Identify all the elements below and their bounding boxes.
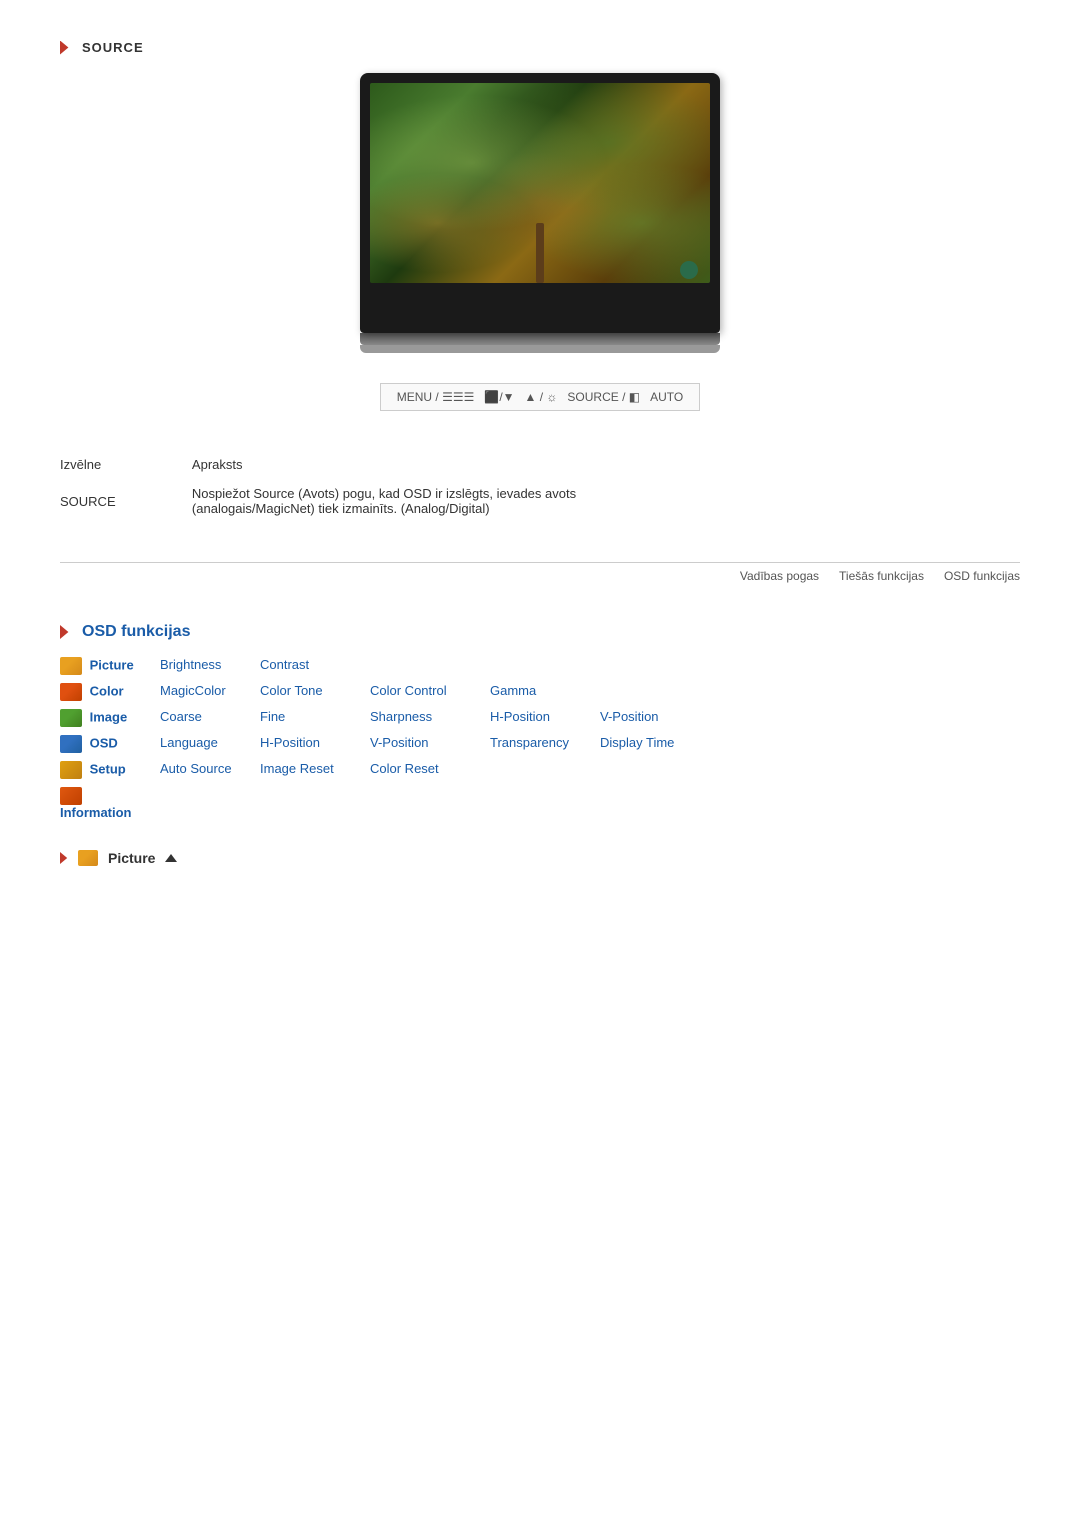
menu-button-label: MENU / ☰☰☰: [397, 390, 475, 404]
picture-footer-triangle-icon: [165, 854, 177, 862]
osd-h-position[interactable]: H-Position: [490, 709, 600, 727]
picture-footer-header: Picture: [60, 850, 1020, 866]
osd-label[interactable]: OSD: [90, 735, 118, 750]
osd-empty-8: [260, 787, 370, 820]
source-section-header: SOURCE: [60, 40, 1020, 55]
picture-icon: [60, 657, 82, 675]
setup-label[interactable]: Setup: [90, 761, 126, 776]
setup-icon: [60, 761, 82, 779]
nav-osd[interactable]: OSD funkcijas: [944, 569, 1020, 583]
color-label[interactable]: Color: [90, 683, 124, 698]
osd-contrast[interactable]: Contrast: [260, 657, 370, 675]
osd-color-control[interactable]: Color Control: [370, 683, 490, 701]
osd-empty-11: [600, 787, 720, 820]
osd-empty-2: [490, 657, 600, 675]
osd-gamma[interactable]: Gamma: [490, 683, 600, 701]
osd-h-position2[interactable]: H-Position: [260, 735, 370, 753]
osd-empty-9: [370, 787, 490, 820]
nav-button-label: ⬛/▼: [484, 390, 514, 404]
info-icon: [60, 787, 82, 805]
monitor-indicator: [680, 261, 698, 279]
osd-color-reset[interactable]: Color Reset: [370, 761, 490, 779]
osd-empty-4: [600, 683, 720, 701]
osd-v-position2[interactable]: V-Position: [370, 735, 490, 753]
osd-language[interactable]: Language: [160, 735, 260, 753]
osd-brightness[interactable]: Brightness: [160, 657, 260, 675]
nav-links: Vadības pogas Tiešās funkcijas OSD funkc…: [60, 562, 1020, 583]
osd-icon: [60, 735, 82, 753]
osd-empty-3: [600, 657, 720, 675]
monitor-stand: [360, 333, 720, 345]
picture-footer-arrow-icon: [60, 852, 72, 864]
monitor-container: [60, 73, 1020, 353]
col2-header: Apraksts: [192, 451, 1020, 480]
monitor-screen: [370, 83, 710, 283]
osd-coarse[interactable]: Coarse: [160, 709, 260, 727]
source-description: Nospiežot Source (Avots) pogu, kad OSD i…: [192, 480, 1020, 522]
nav-vadibas[interactable]: Vadības pogas: [740, 569, 819, 583]
osd-empty-10: [490, 787, 600, 820]
auto-button-label: AUTO: [650, 390, 683, 404]
osd-menu-image[interactable]: Image: [60, 709, 160, 727]
osd-transparency[interactable]: Transparency: [490, 735, 600, 753]
source-arrow-icon: [60, 41, 74, 55]
osd-empty-5: [490, 761, 600, 779]
osd-grid: Picture Brightness Contrast Color MagicC…: [60, 657, 1020, 820]
col1-header: Izvēlne: [60, 451, 192, 480]
osd-sharpness[interactable]: Sharpness: [370, 709, 490, 727]
osd-v-position[interactable]: V-Position: [600, 709, 720, 727]
description-table: Izvēlne Apraksts SOURCE Nospiežot Source…: [60, 451, 1020, 522]
osd-auto-source[interactable]: Auto Source: [160, 761, 260, 779]
osd-title: OSD funkcijas: [82, 623, 190, 641]
osd-image-reset[interactable]: Image Reset: [260, 761, 370, 779]
color-icon: [60, 683, 82, 701]
source-button-label: SOURCE / ◧: [567, 390, 640, 404]
picture-label[interactable]: Picture: [90, 657, 134, 672]
picture-footer-label[interactable]: Picture: [108, 850, 155, 866]
osd-menu-picture[interactable]: Picture: [60, 657, 160, 675]
osd-menu-color[interactable]: Color: [60, 683, 160, 701]
osd-empty-7: [160, 787, 260, 820]
osd-color-tone[interactable]: Color Tone: [260, 683, 370, 701]
osd-arrow-icon: [60, 625, 74, 639]
osd-menu-setup[interactable]: Setup: [60, 761, 160, 779]
button-bar-container: MENU / ☰☰☰ ⬛/▼ ▲ / ☼ SOURCE / ◧ AUTO: [60, 383, 1020, 411]
information-label[interactable]: Information: [60, 805, 132, 820]
monitor-base: [360, 345, 720, 353]
osd-empty-1: [370, 657, 490, 675]
source-title: SOURCE: [82, 40, 144, 55]
osd-menu-osd[interactable]: OSD: [60, 735, 160, 753]
image-label[interactable]: Image: [90, 709, 128, 724]
osd-empty-6: [600, 761, 720, 779]
brightness-button-label: ▲ / ☼: [525, 390, 558, 404]
image-icon: [60, 709, 82, 727]
nav-tieshas[interactable]: Tiešās funkcijas: [839, 569, 924, 583]
picture-footer-icon: [78, 850, 98, 866]
osd-display-time[interactable]: Display Time: [600, 735, 720, 753]
button-bar: MENU / ☰☰☰ ⬛/▼ ▲ / ☼ SOURCE / ◧ AUTO: [380, 383, 700, 411]
monitor-display: [360, 73, 720, 333]
osd-fine[interactable]: Fine: [260, 709, 370, 727]
osd-section-header: OSD funkcijas: [60, 623, 1020, 641]
osd-magiccolor[interactable]: MagicColor: [160, 683, 260, 701]
menu-item-source: SOURCE: [60, 480, 192, 522]
osd-menu-information[interactable]: Information: [60, 787, 160, 820]
